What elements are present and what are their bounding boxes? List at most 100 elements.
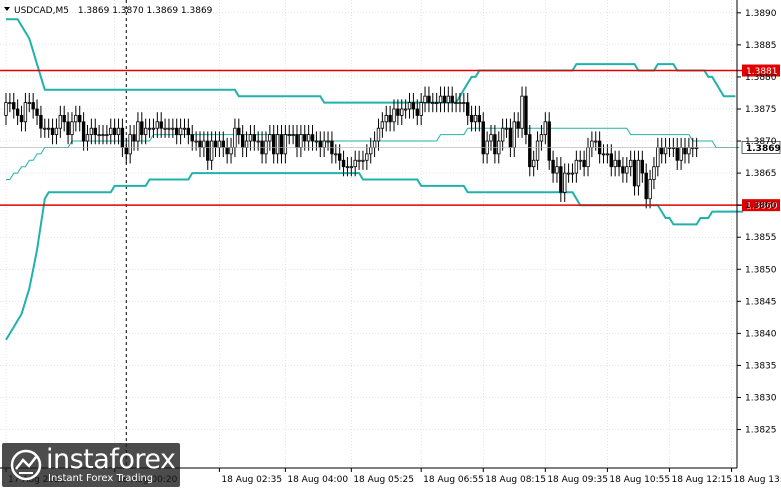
candle-body: [291, 134, 295, 137]
candle-body: [516, 121, 520, 129]
candle-body: [660, 147, 664, 155]
candle-body: [46, 127, 51, 130]
candle-body: [334, 153, 338, 156]
candle-body: [155, 121, 160, 129]
candle-body: [415, 108, 419, 116]
candle-body: [252, 134, 257, 142]
candle-body: [663, 147, 668, 155]
candle-body: [310, 134, 315, 142]
candlestick-chart[interactable]: 1.38811.38601.3869 1.38901.38851.38801.3…: [0, 0, 781, 489]
candle-body: [272, 134, 276, 155]
candle-body: [159, 121, 163, 129]
candle-body: [489, 134, 493, 142]
candle-body: [299, 134, 303, 148]
candle-body: [89, 127, 94, 136]
candle-body: [403, 108, 408, 111]
candle-body: [85, 134, 90, 142]
logo-name: instaforex: [46, 444, 176, 475]
candle-body: [555, 166, 559, 174]
candle-body: [369, 147, 373, 155]
candle-body: [675, 147, 679, 161]
candle-body: [213, 140, 218, 148]
candle-body: [438, 95, 443, 103]
candle-body: [221, 140, 225, 148]
x-tick-label: 18 Aug 05:25: [353, 475, 414, 485]
candle-body: [268, 134, 272, 142]
candle-body: [50, 127, 55, 136]
candle-body: [171, 127, 175, 130]
candle-body: [628, 159, 633, 168]
candle-body: [508, 127, 513, 148]
candle-body: [656, 147, 660, 168]
candle-body: [345, 166, 350, 169]
candle-body: [388, 114, 392, 123]
y-tick-label: 1.3880: [745, 73, 777, 83]
candle-body: [566, 172, 571, 175]
candle-body: [182, 127, 187, 130]
candle-body: [167, 127, 171, 130]
candle-body: [31, 102, 35, 110]
candle-body: [78, 114, 82, 123]
candle-body: [466, 102, 470, 116]
candle-body: [586, 147, 590, 168]
candle-body: [570, 172, 575, 175]
candle-body: [70, 121, 74, 136]
chart-container[interactable]: 1.3881 1.3860 1.3869 1.3890 1.3885 1.3880 1.3…: [0, 0, 781, 489]
candle-body: [400, 108, 404, 116]
candle-body: [578, 159, 582, 162]
x-tick-label: 18 Aug 08:15: [485, 475, 546, 485]
candle-body: [543, 121, 548, 136]
candle-body: [462, 102, 466, 104]
y-tick-label: 1.3830: [745, 393, 777, 403]
x-tick-label: 18 Aug 10:55: [609, 475, 670, 485]
candle-body: [609, 153, 613, 168]
candle-body: [128, 134, 132, 155]
y-tick-label: 1.3890: [745, 9, 777, 19]
candle-body: [4, 102, 8, 116]
candle-body: [687, 147, 691, 155]
candle-body: [81, 121, 86, 142]
candle-body: [644, 172, 648, 200]
candle-body: [116, 127, 121, 136]
candle-body: [632, 159, 637, 187]
candle-body: [349, 166, 354, 169]
candle-body: [190, 134, 194, 142]
candle-body: [365, 153, 369, 161]
candle-body: [469, 114, 474, 123]
ohlc-readout: 1.3869 1.3870 1.3869 1.3869: [78, 6, 213, 16]
candle-body: [74, 114, 78, 123]
x-tick-label: 18 Aug 02:35: [221, 475, 282, 485]
candle-body: [147, 127, 152, 130]
candle-body: [326, 140, 330, 143]
candle-body: [458, 102, 462, 104]
candle-body: [202, 140, 206, 148]
logo-tagline: Instant Forex Trading: [48, 473, 154, 484]
candle-body: [372, 140, 377, 148]
chart-header: USDCAD,M5 1.3869 1.3870 1.3869 1.3869: [14, 6, 213, 16]
candle-body: [23, 102, 28, 123]
candle-body: [54, 127, 59, 136]
candle-body: [318, 140, 322, 148]
y-tick-label: 1.3850: [745, 265, 777, 275]
candle-body: [563, 172, 567, 193]
candle-body: [186, 127, 191, 136]
candle-body: [493, 134, 497, 155]
candle-body: [287, 134, 291, 137]
candle-body: [531, 159, 536, 168]
candle-body: [500, 127, 505, 142]
candle-body: [396, 108, 400, 116]
candle-body: [35, 108, 39, 116]
candle-body: [434, 102, 439, 104]
candle-body: [314, 140, 319, 143]
candle-body: [256, 140, 260, 143]
candle-body: [636, 159, 641, 187]
y-tick-label: 1.3855: [745, 233, 777, 243]
candle-body: [625, 166, 629, 174]
instaforex-logo: instaforex Instant Forex Trading: [2, 443, 180, 487]
candle-body: [535, 140, 540, 161]
candle-body: [101, 134, 105, 137]
candle-body: [58, 114, 63, 129]
x-tick-label: 18 Aug 13:35: [734, 475, 781, 485]
candle-body: [275, 134, 280, 155]
candle-body: [206, 140, 210, 161]
